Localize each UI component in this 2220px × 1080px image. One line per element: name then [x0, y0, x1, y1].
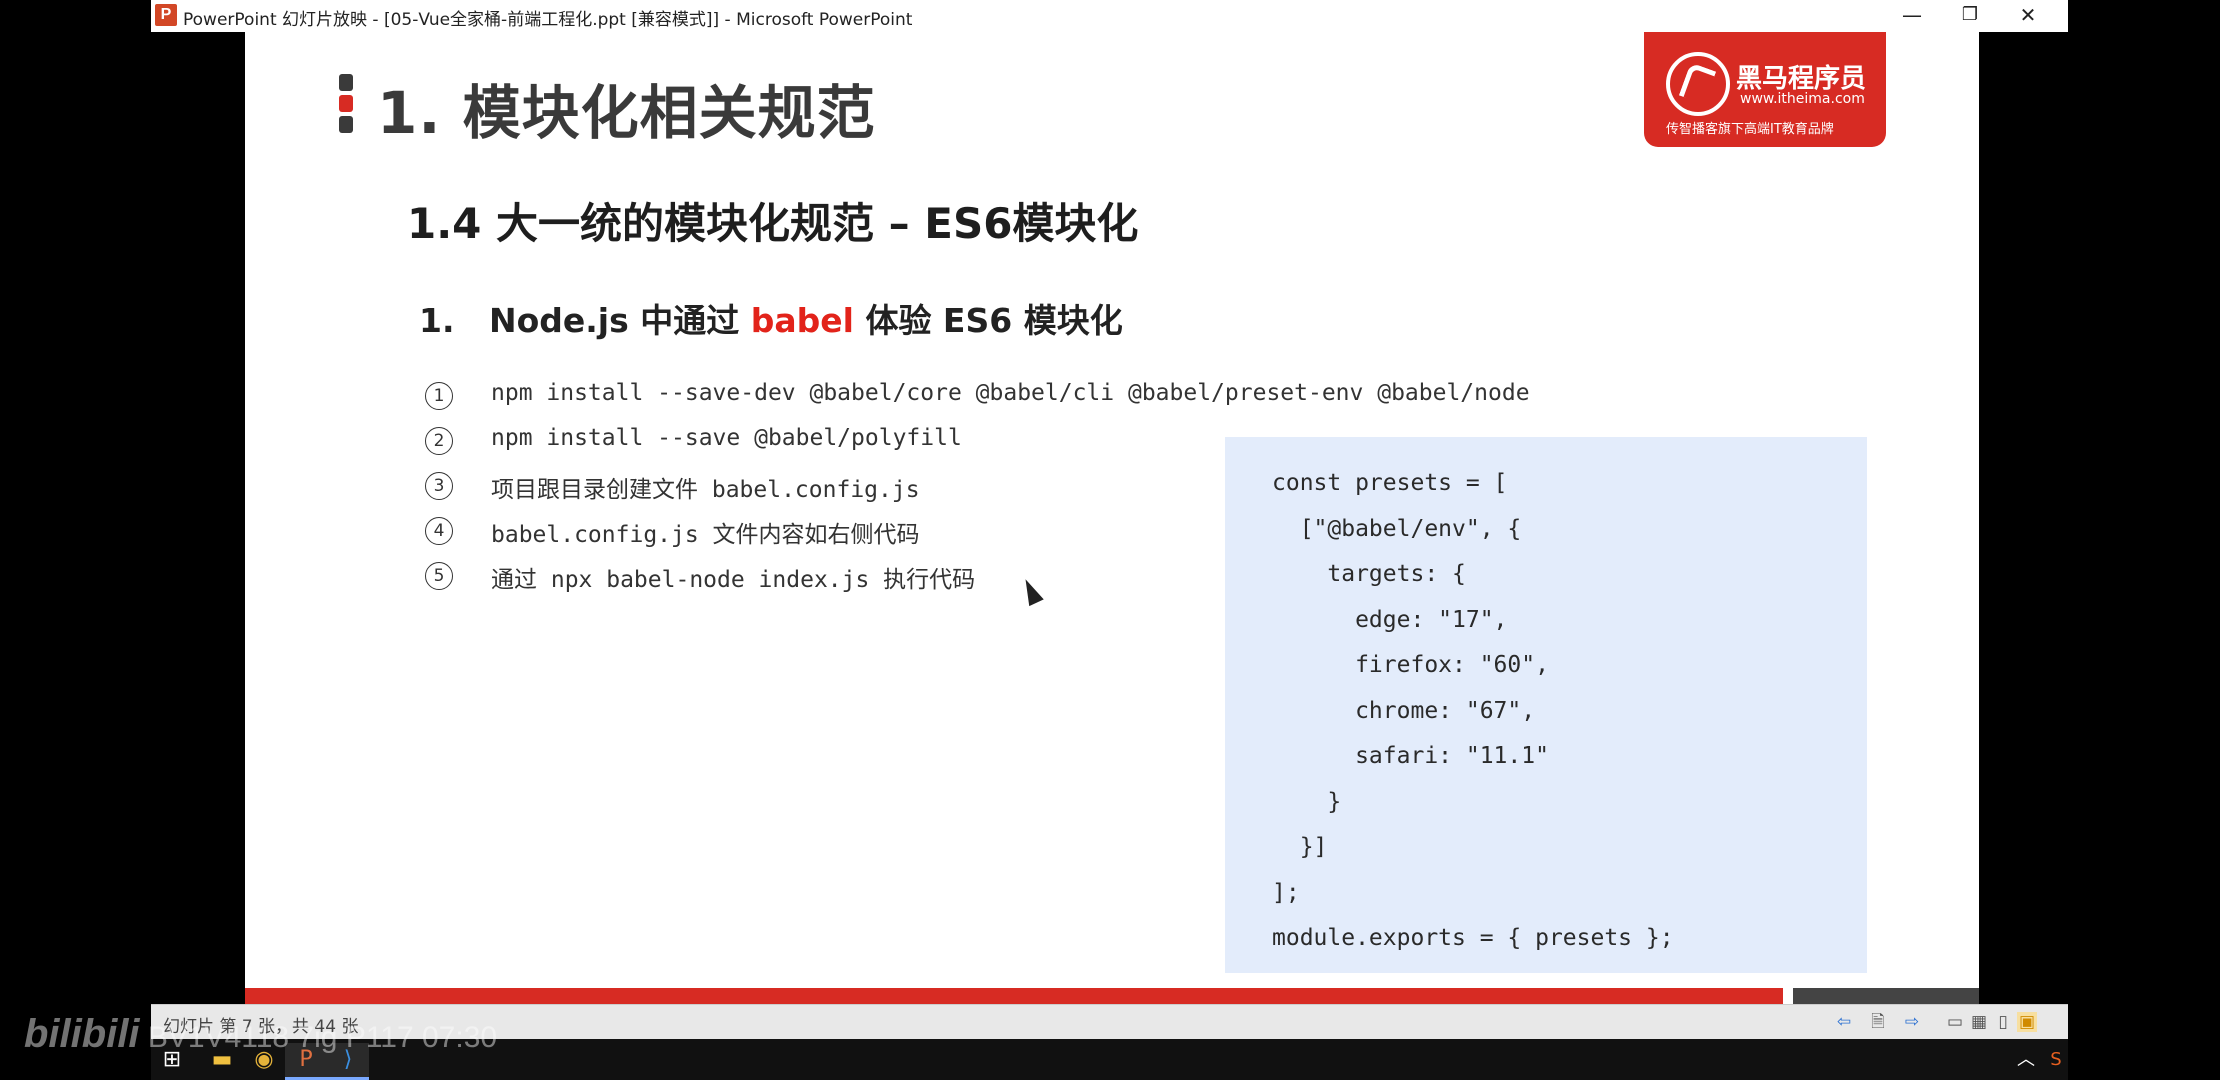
slide-canvas[interactable]: 1. 模块化相关规范 黑马程序员 www.itheima.com 传智播客旗下高…: [245, 32, 1979, 1004]
logo-name: 黑马程序员: [1736, 64, 1867, 94]
step-number: 1: [425, 382, 453, 410]
logo-tagline: 传智播客旗下高端IT教育品牌: [1666, 122, 1834, 137]
step-number: 4: [425, 517, 453, 545]
logo-url: www.itheima.com: [1740, 91, 1865, 107]
previous-slide-icon[interactable]: ⇦: [1834, 1012, 1854, 1032]
restore-button[interactable]: ❐: [1941, 0, 1999, 32]
ime-icon[interactable]: S: [2035, 1043, 2077, 1077]
watermark-brand: bilibili: [24, 1012, 140, 1056]
title-bar: P PowerPoint 幻灯片放映 - [05-Vue全家桶-前端工程化.pp…: [151, 0, 2068, 32]
normal-view-icon[interactable]: ▭: [1945, 1012, 1965, 1032]
code-text: const presets = [ ["@babel/env", { targe…: [1272, 470, 1674, 951]
bilibili-watermark: bilibili BV1V4118 7ig P117 07:30: [24, 1012, 497, 1057]
next-slide-icon[interactable]: ⇨: [1902, 1012, 1922, 1032]
heading-bullet-icon: [339, 74, 355, 137]
slideshow-view-icon[interactable]: ▣: [2017, 1012, 2037, 1032]
minimize-button[interactable]: —: [1883, 0, 1941, 32]
step-number: 5: [425, 562, 453, 590]
watermark-text: BV1V4118 7ig P117 07:30: [147, 1021, 498, 1054]
step-number: 3: [425, 472, 453, 500]
powerpoint-window: P PowerPoint 幻灯片放映 - [05-Vue全家桶-前端工程化.pp…: [151, 0, 2068, 1080]
powerpoint-app-icon[interactable]: P: [155, 4, 177, 26]
code-block: const presets = [ ["@babel/env", { targe…: [1225, 437, 1867, 973]
step-text: 通过 npx babel-node index.js 执行代码: [491, 567, 976, 593]
slide-sorter-icon[interactable]: ▦: [1969, 1012, 1989, 1032]
step-text: npm install --save-dev @babel/core @babe…: [491, 380, 1530, 406]
notes-icon[interactable]: 🗎: [1868, 1012, 1888, 1032]
window-title: PowerPoint 幻灯片放映 - [05-Vue全家桶-前端工程化.ppt …: [183, 10, 913, 30]
close-button[interactable]: ✕: [1999, 0, 2057, 32]
step-text: 项目跟目录创建文件 babel.config.js: [491, 477, 920, 503]
section-title-suffix: 体验 ES6 模块化: [853, 301, 1123, 340]
section-title: 1. Node.js 中通过 babel 体验 ES6 模块化: [419, 294, 1123, 342]
step-text: babel.config.js 文件内容如右侧代码: [491, 522, 920, 548]
reading-view-icon[interactable]: ▯: [1993, 1012, 2013, 1032]
itheima-logo: 黑马程序员 www.itheima.com 传智播客旗下高端IT教育品牌: [1644, 32, 1886, 147]
step-number: 2: [425, 427, 453, 455]
footer-bar-grey: [1793, 988, 1979, 1004]
horse-logo-icon: [1666, 52, 1730, 116]
section-title-prefix: 1. Node.js 中通过: [419, 301, 751, 340]
slide-subheading: 1.4 大一统的模块化规范 – ES6模块化: [407, 199, 1139, 248]
step-text: npm install --save @babel/polyfill: [491, 425, 962, 451]
slide-heading: 1. 模块化相关规范: [377, 79, 876, 147]
section-title-accent: babel: [750, 301, 854, 340]
footer-bar-red: [245, 988, 1783, 1004]
